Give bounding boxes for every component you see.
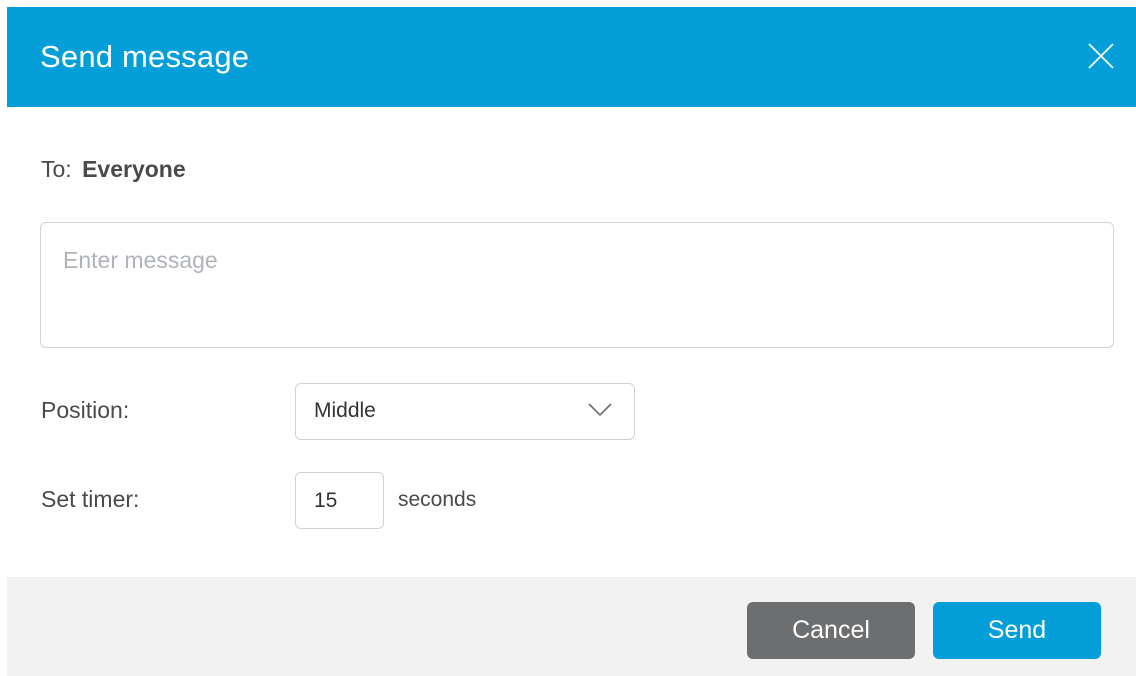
timer-unit-label: seconds: [398, 488, 477, 511]
message-input[interactable]: [40, 222, 1114, 348]
dialog-title: Send message: [40, 39, 250, 74]
position-label: Position:: [41, 397, 130, 423]
send-button[interactable]: Send: [933, 602, 1101, 659]
send-message-dialog: Send message To: Everyone Position: Midd…: [0, 0, 1136, 676]
recipient-label: To:: [41, 156, 72, 182]
position-selected-value: Middle: [314, 399, 376, 422]
close-icon: [1088, 43, 1114, 69]
position-select[interactable]: Middle: [295, 383, 635, 440]
close-button[interactable]: [1086, 41, 1116, 71]
chevron-down-icon: [588, 403, 612, 422]
recipient-row: To: Everyone: [41, 156, 186, 183]
timer-input[interactable]: [295, 472, 384, 529]
recipient-value: Everyone: [82, 156, 186, 182]
cancel-button[interactable]: Cancel: [747, 602, 915, 659]
timer-label: Set timer:: [41, 486, 140, 512]
dialog-header: Send message: [7, 7, 1136, 107]
